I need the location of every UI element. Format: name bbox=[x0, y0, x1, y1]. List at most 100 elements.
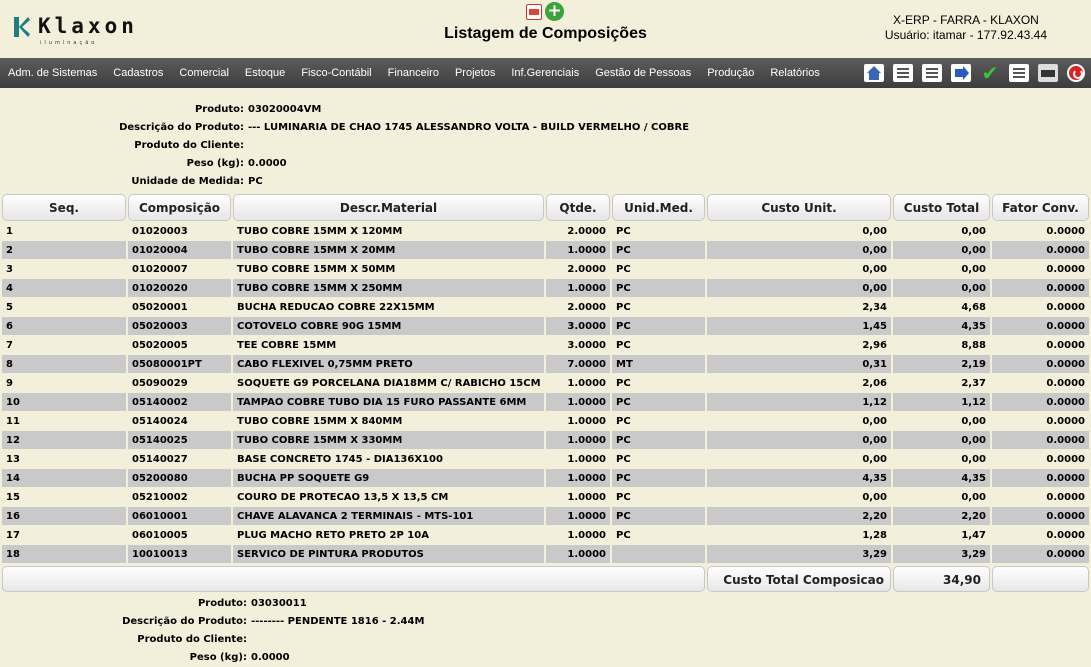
menu-inf-gerenciais[interactable]: Inf.Gerenciais bbox=[503, 58, 587, 88]
cell-custo-unit: 2,20 bbox=[707, 507, 891, 525]
footer-empty-cell bbox=[992, 566, 1089, 592]
menu-cadastros[interactable]: Cadastros bbox=[105, 58, 171, 88]
cell-seq: 9 bbox=[6, 378, 13, 389]
cell-custo-total: 0,00 bbox=[961, 226, 986, 237]
table-row: 10 05140002 TAMPAO COBRE TUBO DIA 15 FUR… bbox=[0, 393, 1091, 412]
check-icon[interactable]: ✔ bbox=[980, 63, 1000, 83]
cell-fator-conv: 0.0000 bbox=[992, 279, 1089, 297]
cell-composicao: 10010013 bbox=[128, 545, 231, 563]
view-document-icon[interactable] bbox=[922, 64, 942, 82]
exit-icon[interactable] bbox=[1067, 64, 1085, 82]
column-qtde[interactable]: Qtde. bbox=[546, 194, 610, 221]
user-info: Usuário: itamar - 177.92.43.44 bbox=[884, 28, 1047, 42]
table-row: 11 05140024 TUBO COBRE 15MM X 840MM 1.00… bbox=[0, 412, 1091, 431]
cell-seq: 1 bbox=[6, 226, 13, 237]
cell-composicao: 01020004 bbox=[128, 241, 231, 259]
column-composicao[interactable]: Composição bbox=[128, 194, 231, 221]
menu-relatorios[interactable]: Relatórios bbox=[762, 58, 828, 88]
table-row: 15 05210002 COURO DE PROTECAO 13,5 X 13,… bbox=[0, 488, 1091, 507]
product-code-row: Produto: 03030011 bbox=[0, 595, 1091, 613]
column-unid-med[interactable]: Unid.Med. bbox=[612, 194, 705, 221]
cell-custo-total: 1,47 bbox=[961, 530, 986, 541]
cell-fator-conv: 0.0000 bbox=[992, 431, 1089, 449]
cell-seq: 7 bbox=[6, 340, 13, 351]
cell-descr-material: TUBO COBRE 15MM X 20MM bbox=[233, 241, 544, 259]
cell-composicao: 06010001 bbox=[128, 507, 231, 525]
table-row: 18 10010013 SERVICO DE PINTURA PRODUTOS … bbox=[0, 545, 1091, 564]
cell-qtde: 2.0000 bbox=[567, 264, 606, 275]
forward-arrow-icon[interactable] bbox=[951, 64, 971, 82]
weight-row: Peso (kg): 0.0000 bbox=[0, 155, 1091, 173]
column-descr-material[interactable]: Descr.Material bbox=[233, 194, 544, 221]
menu-adm-sistemas[interactable]: Adm. de Sistemas bbox=[0, 58, 105, 88]
cell-unid-med: PC bbox=[616, 454, 631, 465]
cell-composicao: 05140025 bbox=[128, 431, 231, 449]
cell-qtde: 1.0000 bbox=[546, 507, 610, 525]
cell-unid-med: PC bbox=[616, 264, 631, 275]
cell-custo-unit: 0,00 bbox=[862, 264, 887, 275]
main-menu-bar: Adm. de Sistemas Cadastros Comercial Est… bbox=[0, 58, 1091, 88]
menu-comercial[interactable]: Comercial bbox=[171, 58, 237, 88]
cell-qtde: 3.0000 bbox=[567, 340, 606, 351]
cell-descr-material: SOQUETE G9 PORCELANA DIA18MM C/ RABICHO … bbox=[237, 378, 541, 389]
column-fator-conv[interactable]: Fator Conv. bbox=[992, 194, 1089, 221]
column-seq[interactable]: Seq. bbox=[2, 194, 126, 221]
cell-composicao: 05200080 bbox=[128, 469, 231, 487]
menu-producao[interactable]: Produção bbox=[699, 58, 762, 88]
cell-unid-med bbox=[612, 545, 705, 563]
home-icon[interactable] bbox=[864, 64, 884, 82]
column-custo-total[interactable]: Custo Total bbox=[893, 194, 990, 221]
cell-unid-med: PC bbox=[616, 226, 631, 237]
product-description-label: Descrição do Produto: bbox=[122, 616, 247, 627]
cell-unid-med: PC bbox=[612, 469, 705, 487]
product-description-value: -------- PENDENTE 1816 - 2.44M bbox=[251, 616, 425, 627]
cell-composicao: 05020003 bbox=[128, 317, 231, 335]
menu-financeiro[interactable]: Financeiro bbox=[380, 58, 447, 88]
cell-qtde: 1.0000 bbox=[567, 492, 606, 503]
weight-row: Peso (kg): 0.0000 bbox=[0, 649, 1091, 667]
menu-fisco-contabil[interactable]: Fisco-Contábil bbox=[293, 58, 379, 88]
cell-composicao: 05020005 bbox=[132, 340, 188, 351]
cell-custo-total: 8,88 bbox=[961, 340, 986, 351]
cell-qtde: 2.0000 bbox=[567, 302, 606, 313]
cell-qtde: 3.0000 bbox=[546, 317, 610, 335]
cell-custo-unit: 0,00 bbox=[862, 492, 887, 503]
cell-composicao: 06010005 bbox=[132, 530, 188, 541]
menu-gestao-pessoas[interactable]: Gestão de Pessoas bbox=[587, 58, 699, 88]
cell-descr-material: TAMPAO COBRE TUBO DIA 15 FURO PASSANTE 6… bbox=[233, 393, 544, 411]
cell-qtde: 1.0000 bbox=[546, 393, 610, 411]
add-icon[interactable]: + bbox=[545, 2, 564, 21]
table-row: 13 05140027 BASE CONCRETO 1745 - DIA136X… bbox=[0, 450, 1091, 469]
cell-seq: 5 bbox=[6, 302, 13, 313]
cell-qtde: 1.0000 bbox=[567, 416, 606, 427]
cell-unid-med: PC bbox=[616, 416, 631, 427]
pdf-export-icon[interactable] bbox=[526, 4, 542, 20]
cell-seq: 14 bbox=[2, 469, 126, 487]
cell-custo-unit: 0,00 bbox=[862, 226, 887, 237]
cell-descr-material: TUBO COBRE 15MM X 250MM bbox=[233, 279, 544, 297]
table-row: 9 05090029 SOQUETE G9 PORCELANA DIA18MM … bbox=[0, 374, 1091, 393]
column-custo-unit[interactable]: Custo Unit. bbox=[707, 194, 891, 221]
cell-custo-unit: 1,12 bbox=[707, 393, 891, 411]
cell-custo-total: 0,00 bbox=[961, 454, 986, 465]
cell-seq: 15 bbox=[6, 492, 20, 503]
cell-qtde: 1.0000 bbox=[546, 241, 610, 259]
product-code-label: Produto: bbox=[197, 598, 247, 609]
cell-descr-material: COURO DE PROTECAO 13,5 X 13,5 CM bbox=[237, 492, 449, 503]
edit-document-icon[interactable] bbox=[893, 64, 913, 82]
cell-unid-med: PC bbox=[616, 378, 631, 389]
menu-projetos[interactable]: Projetos bbox=[447, 58, 503, 88]
cell-custo-total: 2,37 bbox=[961, 378, 986, 389]
cell-descr-material: SERVICO DE PINTURA PRODUTOS bbox=[233, 545, 544, 563]
print-icon[interactable] bbox=[1038, 64, 1058, 82]
cell-descr-material: TUBO COBRE 15MM X 330MM bbox=[233, 431, 544, 449]
cell-fator-conv: 0.0000 bbox=[1046, 416, 1085, 427]
product-code-label: Produto: bbox=[194, 104, 244, 115]
cell-fator-conv: 0.0000 bbox=[992, 469, 1089, 487]
weight-label: Peso (kg): bbox=[189, 652, 247, 663]
menu-estoque[interactable]: Estoque bbox=[237, 58, 293, 88]
cell-qtde: 1.0000 bbox=[567, 454, 606, 465]
cell-fator-conv: 0.0000 bbox=[1046, 226, 1085, 237]
new-document-icon[interactable] bbox=[1009, 64, 1029, 82]
cell-custo-unit: 2,34 bbox=[862, 302, 887, 313]
